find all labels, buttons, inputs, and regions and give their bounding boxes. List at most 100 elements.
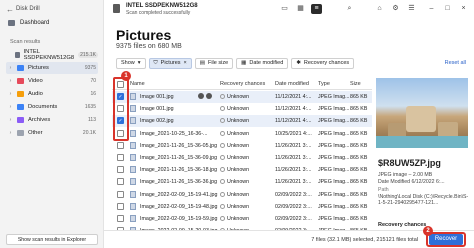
recovery-chance: Unknown	[220, 192, 249, 198]
archives-icon	[17, 117, 24, 123]
back-arrow-icon[interactable]: ←	[6, 5, 14, 14]
chevron-right-icon[interactable]: ›	[8, 65, 13, 71]
menu-icon[interactable]: ☰	[406, 4, 417, 14]
chevron-down-icon: ▾	[137, 60, 141, 66]
file-name: Image 001.jpg	[140, 106, 174, 113]
preview-path: \Nothing\Local Disk (C:)\Recycle.Bin\S-1…	[378, 194, 469, 206]
file-type: JPEG Imag...	[318, 142, 350, 149]
column-date-modified[interactable]: Date modified	[275, 81, 309, 87]
sidebar-item-count: 113	[88, 117, 96, 123]
recovery-chances-filter-button[interactable]: ✱ Recovery chances	[291, 58, 355, 69]
file-name: Image_2021-11-26_15-36-36.jpg	[140, 179, 218, 186]
preview-icon[interactable]	[198, 93, 204, 99]
date-modified: 02/09/2022 3:...	[275, 203, 312, 210]
recovery-chance-text: Unknown	[227, 142, 250, 149]
file-size-filter-button[interactable]: ▤ File size	[194, 58, 234, 69]
table-row[interactable]: Image_2021-11-26_15-36-18.jpg Unknown 11/2…	[112, 164, 372, 176]
date-modified: 11/12/2021 4:...	[275, 118, 312, 125]
file-icon	[130, 154, 136, 161]
table-row[interactable]: Image_2021-11-26_15-36-05.jpg Unknown 11/2…	[112, 140, 372, 152]
table-row[interactable]: Image_2021-11-26_15-36-36.jpg Unknown 11/2…	[112, 176, 372, 188]
calendar-icon: ▦	[241, 60, 247, 66]
minimize-icon[interactable]: –	[426, 4, 437, 14]
sidebar-item-archives[interactable]: › Archives 113	[6, 114, 98, 126]
show-filter-label: Show	[121, 60, 135, 66]
recovery-chance: Unknown	[220, 204, 249, 210]
sidebar-item-intel-ssdpeknw512g8[interactable]: INTEL SSDPEKNW512G8 215.1K	[6, 49, 98, 61]
file-size: 865 KB	[350, 118, 368, 125]
drive-status: Scan completed successfully	[126, 10, 191, 16]
close-icon[interactable]: ×	[458, 4, 469, 14]
table-row[interactable]: ✓ Image 001.jpg Unknown 11/12/2021 4:... JPE…	[112, 91, 372, 103]
documents-icon	[17, 104, 24, 110]
row-checkbox[interactable]	[117, 154, 124, 161]
close-icon[interactable]: ×	[184, 59, 187, 68]
table-row[interactable]: ✓ Image 002.jpg Unknown 11/12/2021 4:... JPE…	[112, 115, 372, 128]
date-modified: 11/26/2021 3:...	[275, 142, 312, 149]
table-row[interactable]: Image 001.jpg Unknown 11/12/2021 4:... JPEG…	[112, 103, 372, 115]
settings-icon[interactable]: ⚙	[390, 4, 401, 14]
table-row[interactable]: Image_2022-02-09_15-19-48.jpg Unknown 02/0…	[112, 201, 372, 213]
chevron-right-icon[interactable]: ›	[8, 130, 13, 136]
row-checkbox[interactable]	[117, 141, 124, 149]
unknown-status-icon	[220, 94, 225, 100]
sidebar-item-audio[interactable]: › Audio 16	[6, 88, 98, 100]
date-modified: 11/12/2021 4:...	[275, 106, 312, 113]
column-name[interactable]: Name	[130, 81, 145, 87]
chevron-right-icon[interactable]: ›	[8, 117, 13, 123]
home-icon[interactable]: ⌂	[374, 4, 385, 14]
file-name: Image_2021-10-25_16-36-...	[140, 130, 208, 137]
show-scan-results-button[interactable]: Show scan results in Explorer	[6, 234, 98, 245]
date-modified-filter-button[interactable]: ▦ Date modified	[236, 58, 289, 69]
pictures-filter-chip[interactable]: ⛉ Pictures ×	[148, 58, 192, 69]
chevron-right-icon[interactable]: ›	[8, 91, 13, 97]
file-icon	[130, 105, 136, 113]
table-row[interactable]: Image_2021-10-25_16-36-... Unknown 10/25/2…	[112, 128, 372, 140]
drive-name: INTEL SSDPEKNW512G8	[126, 3, 198, 9]
app-title: Disk Drill	[16, 6, 40, 12]
audio-icon	[17, 91, 24, 97]
table-row[interactable]: Image_2022-02-09_15-19-59.jpg Unknown 02/0…	[112, 213, 372, 225]
recovery-chance: Unknown	[220, 216, 249, 222]
unknown-status-icon	[220, 191, 225, 197]
unknown-status-icon	[220, 203, 225, 209]
recover-button[interactable]: Recover	[429, 234, 463, 245]
row-checkbox[interactable]	[117, 178, 124, 186]
grid-view-icon[interactable]: ▦	[295, 4, 306, 14]
table-row[interactable]: Image_2021-11-26_15-36-09.jpg Unknown 11/2…	[112, 152, 372, 164]
row-checkbox[interactable]	[117, 202, 124, 210]
sidebar-item-documents[interactable]: › Documents 1635	[6, 101, 98, 113]
recovery-chance: Unknown	[220, 143, 249, 149]
other-icon	[17, 130, 24, 136]
file-size: 865 KB	[350, 130, 368, 137]
recovery-chance: Unknown	[220, 155, 249, 161]
chevron-right-icon[interactable]: ›	[8, 78, 13, 84]
recovery-chance-text: Unknown	[227, 216, 250, 222]
sidebar-item-dashboard[interactable]: Dashboard	[8, 20, 49, 26]
list-view-icon[interactable]: ≡	[311, 4, 322, 14]
folder-icon[interactable]: ▭	[279, 4, 290, 14]
show-filter-button[interactable]: Show ▾	[116, 58, 146, 69]
unknown-status-icon	[220, 167, 225, 173]
sidebar-item-pictures[interactable]: › Pictures 9375	[6, 62, 98, 74]
reset-all-link[interactable]: Reset all	[445, 60, 466, 66]
file-size-label: File size	[207, 60, 229, 66]
column-type[interactable]: Type	[318, 81, 330, 87]
file-icon	[130, 178, 136, 186]
table-row[interactable]: Image_2022-02-09_15-19-41.jpg Unknown 02/0…	[112, 189, 372, 201]
sidebar-item-other[interactable]: › Other 20.1K	[6, 127, 98, 139]
chevron-right-icon[interactable]: ›	[8, 104, 13, 110]
column-recovery-chances[interactable]: Recovery chances	[220, 81, 265, 87]
sidebar-item-count: 20.1K	[82, 130, 96, 136]
file-name: Image_2022-02-09_15-19-48.jpg	[140, 203, 218, 210]
row-checkbox[interactable]	[117, 190, 124, 198]
more-icon[interactable]	[206, 93, 212, 99]
row-checkbox[interactable]	[117, 215, 124, 222]
sidebar-item-video[interactable]: › Video 70	[6, 75, 98, 87]
column-size[interactable]: Size	[350, 81, 361, 87]
row-checkbox[interactable]	[117, 166, 124, 174]
recovery-chance-text: Unknown	[227, 94, 250, 100]
file-name: Image 001.jpg	[140, 94, 174, 100]
maximize-icon[interactable]: □	[442, 4, 453, 14]
search-icon[interactable]: ⌕	[344, 4, 355, 14]
